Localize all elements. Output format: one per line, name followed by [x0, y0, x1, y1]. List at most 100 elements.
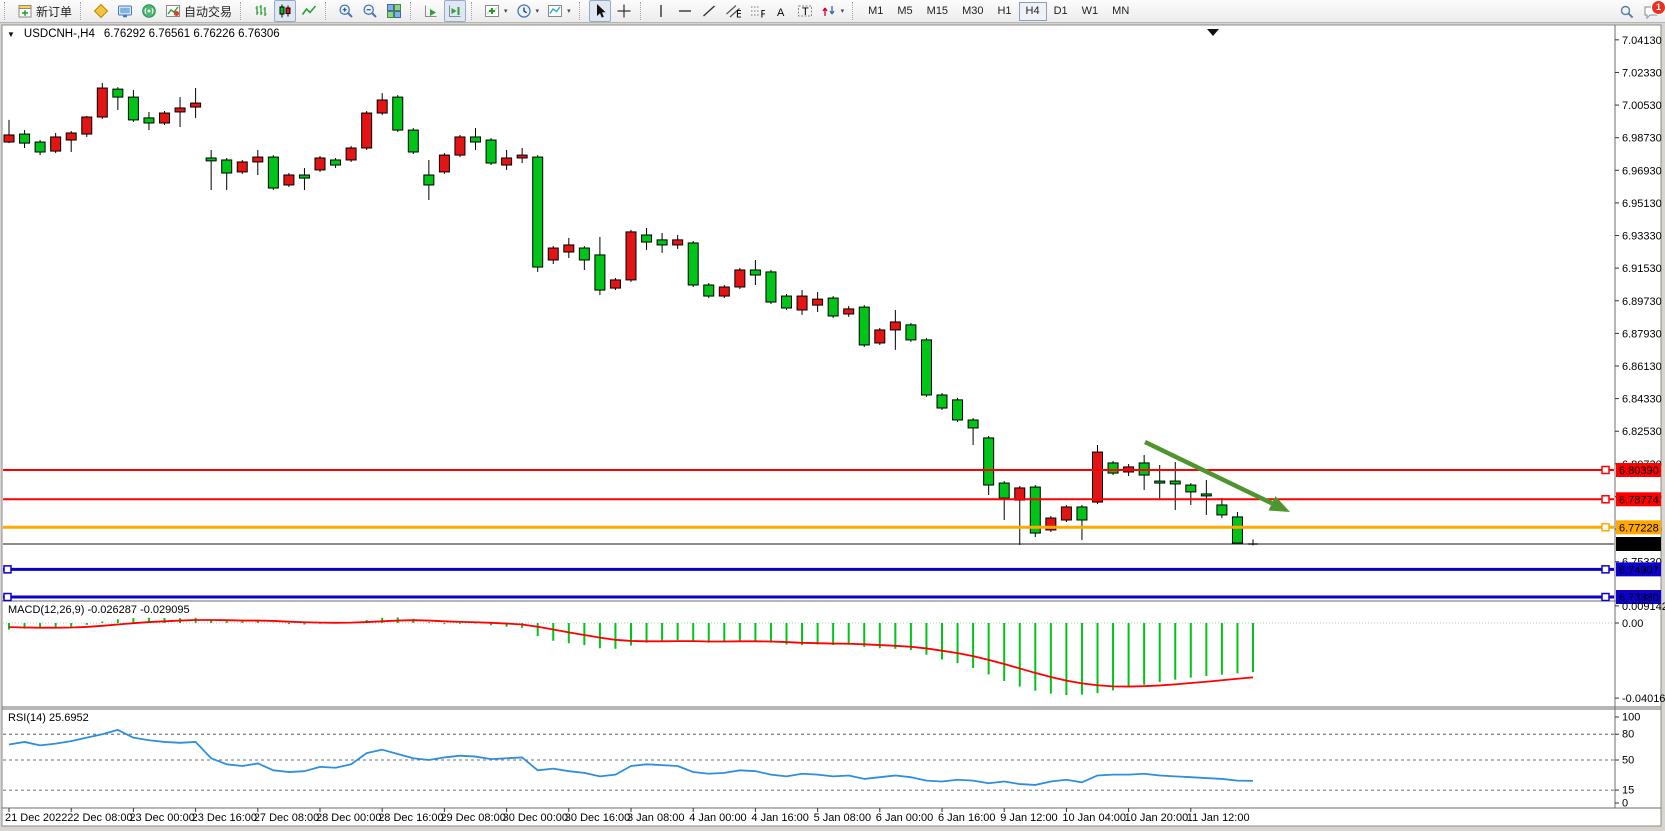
- zoom-in-button[interactable]: [335, 0, 357, 22]
- timeframe-h1-button[interactable]: H1: [990, 2, 1018, 21]
- arrows-button[interactable]: ▾: [818, 0, 848, 22]
- dropdown-caret-icon: ▾: [504, 7, 508, 15]
- candle-body: [548, 248, 558, 260]
- timeframe-m5-button[interactable]: M5: [890, 2, 919, 21]
- level-handle[interactable]: [4, 594, 11, 601]
- candle-body: [455, 137, 465, 155]
- toolbar-group-grip: [4, 2, 10, 20]
- bar-chart-button[interactable]: [250, 0, 272, 22]
- new-order-button[interactable]: 新订单: [14, 0, 75, 22]
- candle-body: [1015, 488, 1025, 500]
- zoom-out-button[interactable]: [359, 0, 381, 22]
- svg-text:28 Dec 16:00: 28 Dec 16:00: [378, 812, 443, 824]
- chart-shift-button[interactable]: [444, 0, 466, 22]
- text-button[interactable]: A: [770, 0, 792, 22]
- periods-button[interactable]: ▾: [513, 0, 543, 22]
- templates-button[interactable]: ▾: [544, 0, 574, 22]
- timeframe-h4-button[interactable]: H4: [1019, 2, 1047, 21]
- svg-text:27 Dec 08:00: 27 Dec 08:00: [254, 812, 319, 824]
- candle-body: [673, 240, 683, 245]
- notifications-icon[interactable]: 1: [1643, 4, 1659, 20]
- timeframe-mn-button[interactable]: MN: [1105, 2, 1136, 21]
- channel-icon: E: [725, 3, 741, 19]
- level-handle[interactable]: [1602, 467, 1609, 474]
- terminal-button[interactable]: [114, 0, 136, 22]
- svg-text:6 Jan 00:00: 6 Jan 00:00: [876, 812, 934, 824]
- candle-chart-button[interactable]: [274, 0, 296, 22]
- candle-body: [20, 134, 30, 143]
- tile-windows-button[interactable]: [383, 0, 405, 22]
- svg-text:5 Jan 08:00: 5 Jan 08:00: [814, 812, 872, 824]
- svg-text:6.89730: 6.89730: [1622, 296, 1662, 308]
- label-icon: T: [797, 3, 813, 19]
- svg-text:6.86130: 6.86130: [1622, 361, 1662, 373]
- text-label-button[interactable]: T: [794, 0, 816, 22]
- level-handle[interactable]: [1602, 524, 1609, 531]
- zoom-out-icon: [362, 3, 378, 19]
- level-handle[interactable]: [1602, 566, 1609, 573]
- toolbar-group-grip: [240, 2, 246, 20]
- periods-icon: [516, 3, 532, 19]
- auto-scroll-button[interactable]: [420, 0, 442, 22]
- candle-body: [66, 133, 76, 140]
- svg-text:15: 15: [1622, 785, 1634, 797]
- toolbar-group-grip: [471, 2, 477, 20]
- level-handle[interactable]: [4, 566, 11, 573]
- candle-body: [642, 235, 652, 242]
- fibonacci-button[interactable]: F: [746, 0, 768, 22]
- chart-menu-icon[interactable]: ▼: [7, 30, 15, 39]
- candle-body: [1061, 507, 1071, 520]
- candle-body: [533, 157, 543, 267]
- horizontal-line-icon: [677, 3, 693, 19]
- horizontal-line-button[interactable]: [674, 0, 696, 22]
- chart-info-line: ▼ USDCNH-,H4 6.76292 6.76561 6.76226 6.7…: [7, 28, 280, 40]
- price-chart-canvas: 7.041307.023307.005306.987306.969306.951…: [0, 23, 1665, 831]
- candle-body: [51, 137, 61, 151]
- timeframe-w1-button[interactable]: W1: [1075, 2, 1106, 21]
- indicators-button[interactable]: ▾: [481, 0, 511, 22]
- candle-body: [268, 157, 278, 188]
- search-icon[interactable]: [1619, 4, 1635, 20]
- market-watch-button[interactable]: [90, 0, 112, 22]
- svg-text:50: 50: [1622, 755, 1634, 767]
- tile-windows-icon: [386, 3, 402, 19]
- macd-label: MACD(12,26,9) -0.026287 -0.029095: [8, 604, 190, 616]
- candle-body: [206, 158, 216, 161]
- candle-body: [564, 245, 574, 252]
- svg-text:6.95130: 6.95130: [1622, 198, 1662, 210]
- candle-body: [735, 270, 745, 287]
- level-handle[interactable]: [1602, 594, 1609, 601]
- timeframe-d1-button[interactable]: D1: [1047, 2, 1075, 21]
- terminal-icon: [117, 3, 133, 19]
- vertical-line-button[interactable]: [650, 0, 672, 22]
- svg-text:29 Dec 08:00: 29 Dec 08:00: [440, 812, 505, 824]
- cursor-button[interactable]: [589, 0, 611, 22]
- candle-body: [595, 255, 605, 290]
- timeframe-m15-button[interactable]: M15: [920, 2, 955, 21]
- main-toolbar: 新订单自动交易▾▾▾EFAT▾M1M5M15M30H1H4D1W1MN: [0, 0, 1665, 23]
- candle-body: [502, 158, 512, 165]
- text-icon: A: [773, 3, 789, 19]
- toolbar-right-group: 1: [1619, 0, 1659, 23]
- signals-button[interactable]: [138, 0, 160, 22]
- candle-body: [610, 280, 620, 288]
- timeframe-m30-button[interactable]: M30: [955, 2, 990, 21]
- trendline-button[interactable]: [698, 0, 720, 22]
- crosshair-button[interactable]: [613, 0, 635, 22]
- level-handle[interactable]: [1602, 496, 1609, 503]
- cursor-icon: [592, 3, 608, 19]
- autotrading-button[interactable]: 自动交易: [162, 0, 235, 22]
- signal-icon: [141, 3, 157, 19]
- candle-body: [968, 420, 978, 428]
- candle-body: [439, 155, 449, 172]
- line-chart-button[interactable]: [298, 0, 320, 22]
- timeframe-m1-button[interactable]: M1: [861, 2, 890, 21]
- svg-text:6.80390: 6.80390: [1619, 465, 1659, 477]
- svg-text:7.00530: 7.00530: [1622, 100, 1662, 112]
- new-order-label: 新订单: [36, 3, 72, 20]
- equidistant-channel-button[interactable]: E: [722, 0, 744, 22]
- svg-text:0: 0: [1622, 798, 1628, 810]
- toolbar-group-grip: [640, 2, 646, 20]
- bar-chart-icon: [253, 3, 269, 19]
- candle-body: [346, 148, 356, 160]
